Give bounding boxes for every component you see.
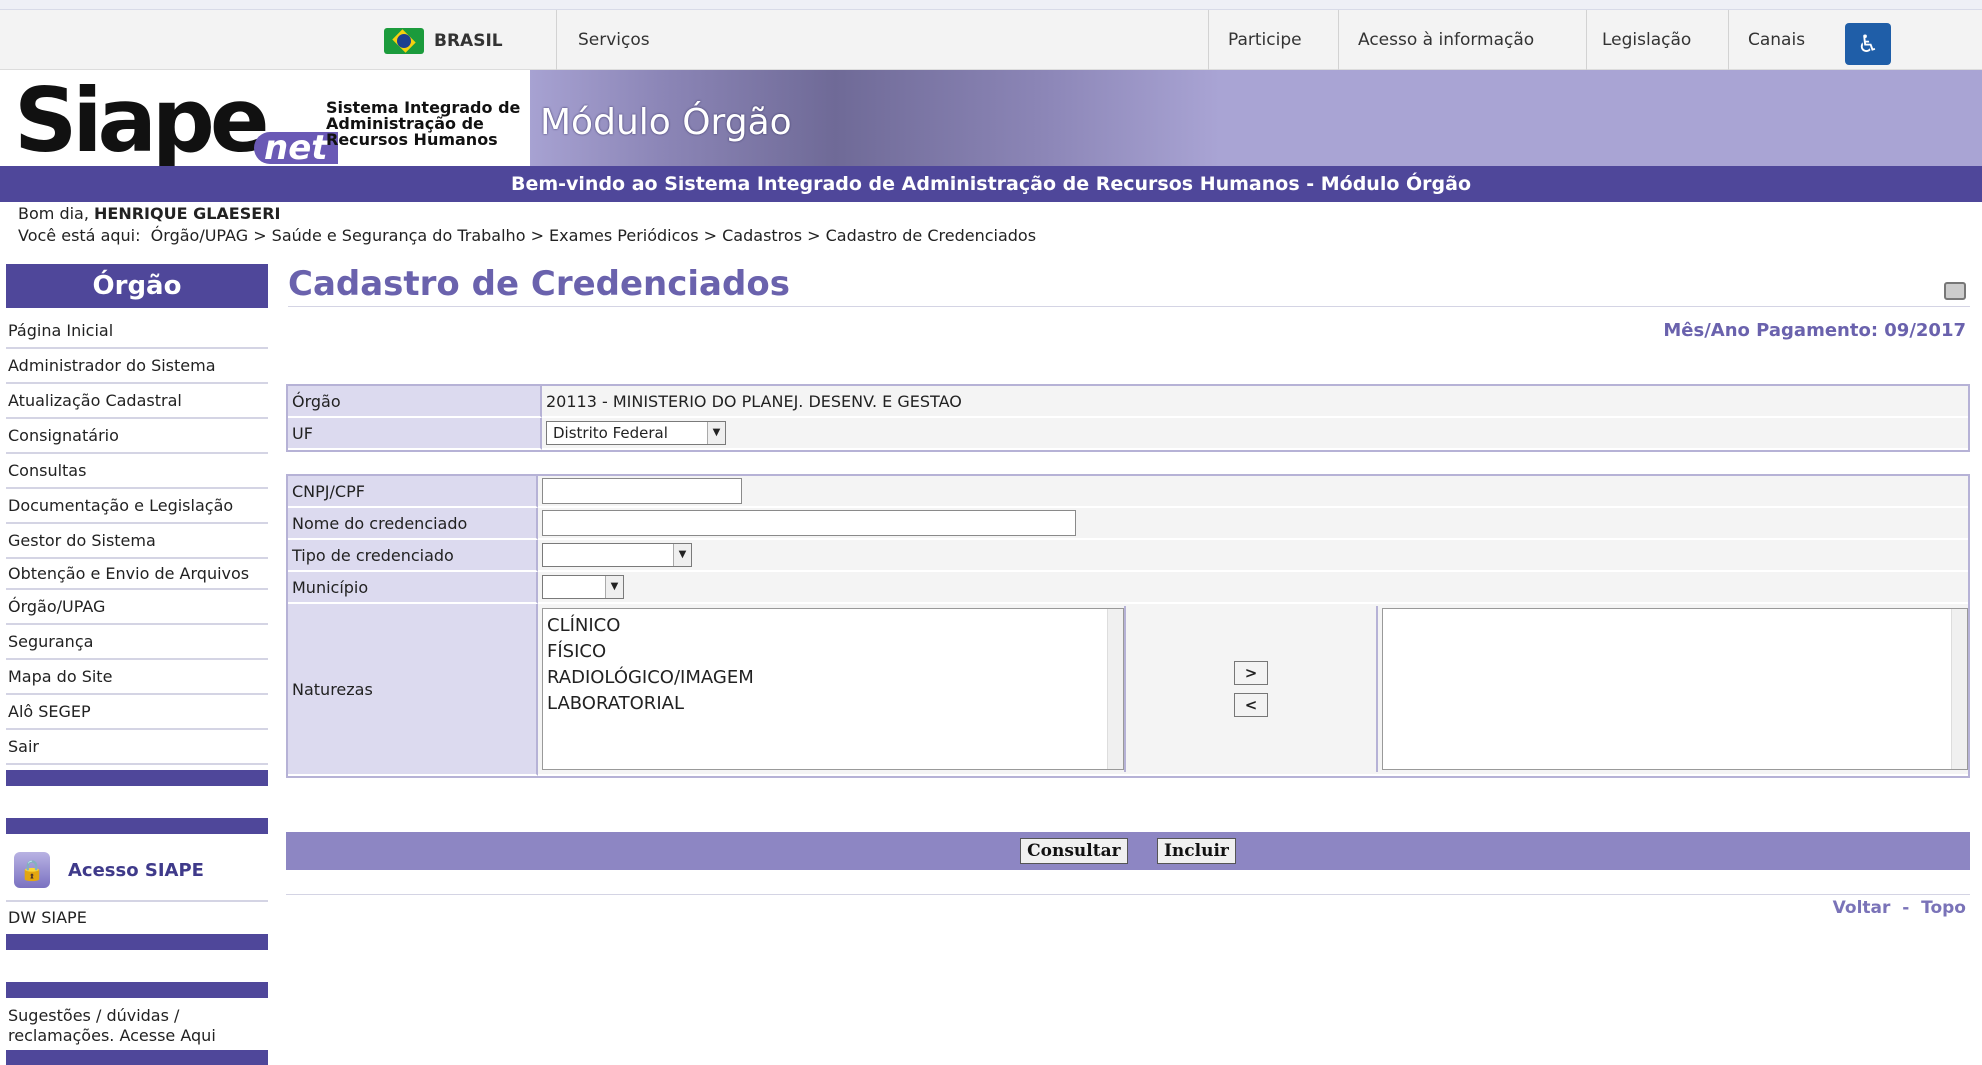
naturezas-available-list[interactable]: CLÍNICO FÍSICO RADIOLÓGICO/IMAGEM LABORA… — [542, 608, 1124, 770]
consultar-button[interactable]: Consultar — [1020, 838, 1128, 864]
sidebar-item-obtencao-envio[interactable]: Obtenção e Envio de Arquivos — [6, 559, 268, 590]
chevron-down-icon: ▼ — [673, 544, 691, 566]
sidebar-item-pagina-inicial[interactable]: Página Inicial — [6, 314, 268, 349]
sidebar-item-mapa-do-site[interactable]: Mapa do Site — [6, 660, 268, 695]
cnpj-input[interactable] — [542, 478, 742, 504]
cnpj-label: CNPJ/CPF — [288, 476, 538, 508]
modulo-orgao-title: Módulo Órgão — [540, 102, 792, 143]
sidebar-item-seguranca[interactable]: Segurança — [6, 625, 268, 660]
page-title: Cadastro de Credenciados — [288, 264, 790, 304]
sidebar-item-orgao-upag[interactable]: Órgão/UPAG — [6, 590, 268, 625]
filter-table: CNPJ/CPF Nome do credenciado Tipo de cre… — [286, 474, 1970, 778]
list-item[interactable]: LABORATORIAL — [547, 691, 1119, 717]
sidebar-item-administrador[interactable]: Administrador do Sistema — [6, 349, 268, 384]
bottom-links: Voltar - Topo — [1832, 898, 1966, 918]
gov-bar: BRASIL Serviços Participe Acesso à infor… — [0, 10, 1982, 70]
municipio-label: Município — [288, 572, 538, 604]
incluir-button[interactable]: Incluir — [1156, 838, 1236, 864]
greeting: Bom dia, HENRIQUE GLAESERI — [18, 204, 281, 223]
divider — [556, 10, 557, 70]
siapenet-logo: Siape net Sistema Integrado de Administr… — [0, 70, 530, 166]
sugestoes-link[interactable]: Sugestões / dúvidas / reclamações. Acess… — [8, 1006, 258, 1046]
header-banner: Siape net Sistema Integrado de Administr… — [0, 70, 1982, 166]
nome-label: Nome do credenciado — [288, 508, 538, 540]
sidebar-item-consignatario[interactable]: Consignatário — [6, 419, 268, 454]
print-icon[interactable] — [1944, 282, 1966, 300]
chevron-down-icon: ▼ — [605, 576, 623, 598]
title-underline — [288, 306, 1970, 307]
naturezas-label: Naturezas — [288, 604, 538, 776]
list-item[interactable]: RADIOLÓGICO/IMAGEM — [547, 665, 1119, 691]
uf-select[interactable]: Distrito Federal ▼ — [546, 421, 726, 445]
sidebar-item-gestor[interactable]: Gestor do Sistema — [6, 524, 268, 559]
nome-input[interactable] — [542, 510, 1076, 536]
browser-top-strip — [0, 0, 1982, 10]
divider — [1208, 10, 1209, 70]
move-left-button[interactable]: < — [1234, 693, 1268, 717]
orgao-label: Órgão — [288, 386, 542, 418]
naturezas-selected-list[interactable] — [1382, 608, 1968, 770]
scrollbar[interactable] — [1107, 609, 1123, 769]
sidebar-item-sair[interactable]: Sair — [6, 730, 268, 765]
participe-link[interactable]: Participe — [1228, 30, 1302, 50]
canais-link[interactable]: Canais — [1748, 30, 1805, 50]
legislacao-link[interactable]: Legislação — [1602, 30, 1691, 50]
welcome-bar: Bem-vindo ao Sistema Integrado de Admini… — [0, 166, 1982, 202]
lock-icon: 🔒 — [14, 852, 50, 888]
orgao-value: 20113 - MINISTERIO DO PLANEJ. DESENV. E … — [542, 386, 1968, 418]
move-buttons: > < — [1124, 606, 1378, 772]
sidebar-item-consultas[interactable]: Consultas — [6, 454, 268, 489]
brasil-label: BRASIL — [434, 31, 503, 51]
divider — [1338, 10, 1339, 70]
sidebar-divider — [6, 770, 268, 786]
divider — [1586, 10, 1587, 70]
mes-ano-pagamento: Mês/Ano Pagamento: 09/2017 — [1663, 320, 1966, 341]
voltar-link[interactable]: Voltar — [1833, 898, 1891, 918]
sidebar-menu: Página Inicial Administrador do Sistema … — [6, 314, 268, 765]
list-item[interactable]: FÍSICO — [547, 639, 1119, 665]
sidebar-divider — [6, 982, 268, 998]
breadcrumb-path[interactable]: Órgão/UPAG > Saúde e Segurança do Trabal… — [151, 226, 1036, 245]
orgao-uf-table: Órgão 20113 - MINISTERIO DO PLANEJ. DESE… — [286, 384, 1970, 452]
user-name: HENRIQUE GLAESERI — [94, 204, 281, 223]
servicos-link[interactable]: Serviços — [578, 30, 650, 50]
sidebar-title: Órgão — [6, 264, 268, 308]
action-bar: Consultar Incluir — [286, 832, 1970, 870]
topo-link[interactable]: Topo — [1921, 898, 1966, 918]
sidebar-item-atualizacao-cadastral[interactable]: Atualização Cadastral — [6, 384, 268, 419]
brazil-flag-icon — [384, 28, 424, 54]
acesso-siape-link[interactable]: 🔒 Acesso SIAPE — [6, 840, 268, 902]
tipo-label: Tipo de credenciado — [288, 540, 538, 572]
bottom-divider — [286, 894, 1970, 895]
breadcrumb: Você está aqui: Órgão/UPAG > Saúde e Seg… — [18, 226, 1037, 245]
chevron-down-icon: ▼ — [707, 422, 725, 444]
list-item[interactable]: CLÍNICO — [547, 613, 1119, 639]
move-right-button[interactable]: > — [1234, 661, 1268, 685]
municipio-select[interactable]: ▼ — [542, 575, 624, 599]
brasil-link[interactable]: BRASIL — [384, 28, 503, 54]
sidebar-item-alo-segep[interactable]: Alô SEGEP — [6, 695, 268, 730]
tipo-select[interactable]: ▼ — [542, 543, 692, 567]
scrollbar[interactable] — [1951, 609, 1967, 769]
sidebar-divider — [6, 934, 268, 950]
sidebar-divider — [6, 818, 268, 834]
uf-label: UF — [288, 418, 542, 450]
accessibility-icon[interactable]: ♿ — [1845, 23, 1891, 65]
acesso-informacao-link[interactable]: Acesso à informação — [1358, 30, 1534, 50]
dw-siape-link[interactable]: DW SIAPE — [8, 908, 87, 927]
sidebar-divider — [6, 1050, 268, 1065]
sidebar-item-documentacao[interactable]: Documentação e Legislação — [6, 489, 268, 524]
divider — [1728, 10, 1729, 70]
